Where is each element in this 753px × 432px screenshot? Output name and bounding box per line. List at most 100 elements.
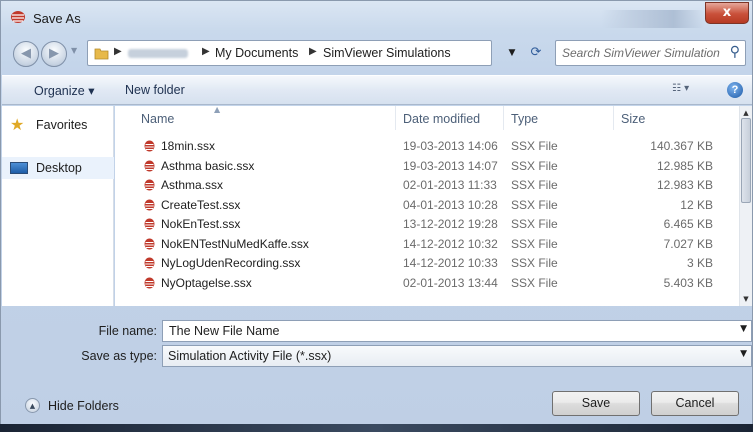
ssx-file-icon	[144, 218, 155, 230]
save-button[interactable]: Save	[552, 391, 640, 416]
file-type: SSX File	[511, 139, 558, 153]
file-type: SSX File	[511, 256, 558, 270]
forward-button[interactable]: ▶	[41, 41, 67, 67]
cancel-button[interactable]: Cancel	[651, 391, 739, 416]
star-icon: ★	[10, 115, 25, 134]
back-button[interactable]: ◀	[13, 41, 39, 67]
file-date-modified: 02-01-2013 13:44	[403, 275, 498, 290]
sort-ascending-icon: ▲	[214, 106, 221, 114]
file-name: NyLogUdenRecording.ssx	[161, 256, 301, 270]
breadcrumb-simviewer-simulations[interactable]: SimViewer Simulations	[323, 46, 451, 60]
scroll-thumb[interactable]	[741, 118, 751, 203]
file-size: 140.367 KB	[650, 139, 713, 153]
nav-item-desktop[interactable]: Desktop	[2, 157, 114, 179]
new-folder-button[interactable]: New folder	[125, 83, 185, 97]
chevron-down-icon[interactable]: ▼	[740, 349, 747, 359]
column-divider[interactable]	[503, 106, 504, 130]
recent-pages-dropdown-icon[interactable]: ▼	[71, 46, 77, 55]
breadcrumb-arrow-icon[interactable]: ▶	[114, 46, 122, 57]
chevron-down-icon[interactable]: ▼	[740, 324, 747, 334]
file-name-label: File name:	[98, 324, 157, 338]
file-name: 18min.ssx	[161, 139, 216, 153]
refresh-icon[interactable]: ⟳	[525, 40, 547, 66]
navigation-pane: ★ Favorites Desktop	[2, 106, 114, 306]
close-button[interactable]: x	[705, 2, 749, 24]
file-list[interactable]: ▲ Name Date modified Type Size 18min.ssx…	[115, 106, 739, 306]
help-icon[interactable]: ?	[727, 82, 743, 98]
folder-icon	[94, 48, 109, 60]
change-view-icon[interactable]: ☷ ▾	[672, 83, 702, 99]
file-date-modified: 14-12-2012 10:32	[403, 236, 498, 251]
file-size: 12 KB	[680, 197, 713, 212]
file-name-input[interactable]	[167, 323, 727, 339]
command-bar: Organize ▾ New folder ☷ ▾ ?	[2, 75, 752, 105]
file-name: Asthma basic.ssx	[161, 158, 255, 173]
title-bar[interactable]: Save As x	[1, 1, 752, 35]
column-header-size[interactable]: Size	[621, 112, 645, 126]
file-date-modified: 02-01-2013 11:33	[403, 178, 497, 192]
table-row[interactable]: NyOptagelse.ssx 02-01-2013 13:44 SSX File 5…	[115, 274, 739, 292]
file-date-modified: 19-03-2013 14:06	[403, 139, 498, 153]
search-box[interactable]: ⚲	[555, 40, 746, 66]
ssx-file-icon	[144, 140, 155, 152]
file-date-modified: 13-12-2012 19:28	[403, 217, 498, 231]
table-row[interactable]: 18min.ssx 19-03-2013 14:06 SSX File 140.367…	[115, 137, 739, 155]
save-as-type-label: Save as type:	[81, 349, 157, 363]
vertical-scrollbar[interactable]: ▲ ▼	[739, 106, 752, 306]
breadcrumb-my-documents[interactable]: My Documents	[215, 46, 298, 60]
ssx-file-icon	[144, 257, 155, 269]
breadcrumb-arrow-icon[interactable]: ▶	[202, 46, 210, 57]
table-row[interactable]: Asthma basic.ssx 19-03-2013 14:07 SSX File…	[115, 157, 739, 175]
column-header-type[interactable]: Type	[511, 112, 538, 126]
app-icon	[11, 11, 25, 23]
column-header-date-modified[interactable]: Date modified	[403, 112, 480, 126]
nav-item-favorites[interactable]: ★ Favorites	[2, 114, 114, 136]
file-name: CreateTest.ssx	[161, 197, 241, 212]
column-header-name[interactable]: Name	[141, 112, 174, 126]
file-type: SSX File	[511, 178, 558, 192]
nav-item-label: Favorites	[36, 118, 88, 132]
title-blur	[601, 10, 705, 28]
breadcrumb-user-blurred[interactable]	[128, 49, 188, 58]
search-input[interactable]	[560, 44, 722, 62]
table-row[interactable]: NokENTestNuMedKaffe.ssx 14-12-2012 10:32 S…	[115, 235, 739, 253]
table-row[interactable]: NokEnTest.ssx 13-12-2012 19:28 SSX File 6.4…	[115, 215, 739, 233]
table-row[interactable]: CreateTest.ssx 04-01-2013 10:28 SSX File 12…	[115, 196, 739, 214]
file-date-modified: 14-12-2012 10:33	[403, 256, 498, 270]
file-name-field[interactable]: ▼	[162, 320, 752, 342]
save-as-type-select[interactable]: Simulation Activity File (*.ssx) ▼	[162, 345, 752, 367]
table-row[interactable]: NyLogUdenRecording.ssx 14-12-2012 10:33 SS…	[115, 254, 739, 272]
save-as-dialog: Save As x ◀ ▶ ▼ ▶ ▶ My Documents ▶ SimVi…	[0, 0, 753, 432]
nav-item-label: Desktop	[36, 161, 82, 175]
file-date-modified: 19-03-2013 14:07	[403, 158, 498, 173]
file-type: SSX File	[511, 197, 558, 212]
ssx-file-icon	[144, 179, 155, 191]
chevron-up-icon: ▲	[25, 398, 40, 413]
search-icon[interactable]: ⚲	[730, 44, 740, 60]
file-name: Asthma.ssx	[161, 178, 224, 192]
file-date-modified: 04-01-2013 10:28	[403, 197, 498, 212]
column-divider[interactable]	[395, 106, 396, 130]
file-size: 3 KB	[686, 256, 713, 270]
column-divider[interactable]	[613, 106, 614, 130]
file-name: NokEnTest.ssx	[161, 217, 241, 231]
save-as-type-value: Simulation Activity File (*.ssx)	[168, 349, 332, 363]
address-bar[interactable]: ▶ ▶ My Documents ▶ SimViewer Simulations	[87, 40, 492, 66]
file-type: SSX File	[511, 236, 558, 251]
file-type: SSX File	[511, 217, 558, 231]
file-size: 12.985 KB	[656, 158, 713, 173]
organize-button[interactable]: Organize ▾	[34, 83, 94, 98]
table-row[interactable]: Asthma.ssx 02-01-2013 11:33 SSX File 12.983…	[115, 176, 739, 194]
scroll-down-icon[interactable]: ▼	[740, 292, 752, 306]
address-dropdown-icon[interactable]: ▼	[501, 40, 523, 66]
file-type: SSX File	[511, 158, 558, 173]
hide-folders-label: Hide Folders	[48, 399, 119, 413]
desktop-icon	[10, 162, 28, 174]
ssx-file-icon	[144, 199, 155, 210]
ssx-file-icon	[144, 277, 155, 288]
file-size: 6.465 KB	[663, 217, 713, 231]
breadcrumb-arrow-icon[interactable]: ▶	[309, 46, 317, 57]
file-size: 5.403 KB	[663, 275, 713, 290]
file-name: NyOptagelse.ssx	[161, 275, 252, 290]
taskbar-edge	[0, 424, 753, 432]
